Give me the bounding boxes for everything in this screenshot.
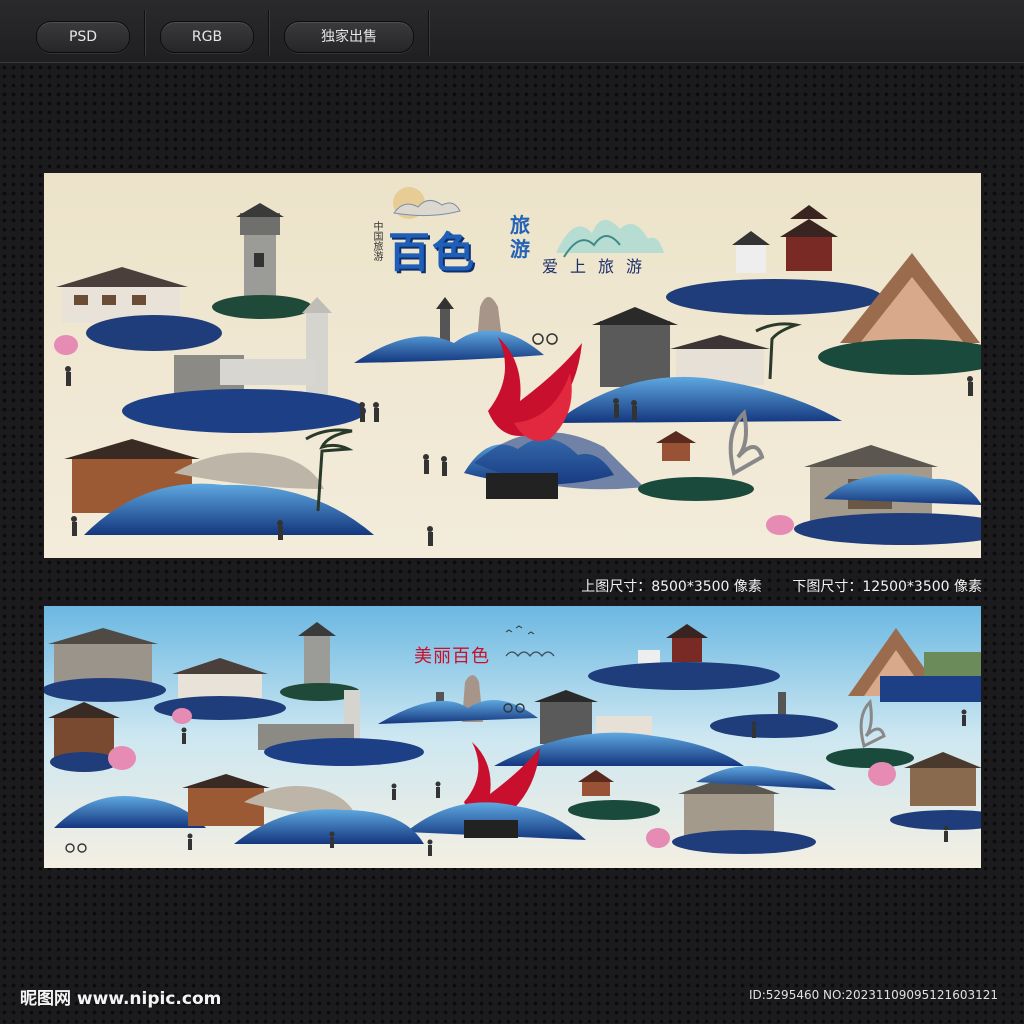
bottom-banner-image: 美丽百色: [44, 606, 981, 868]
divider: [428, 10, 429, 56]
divider: [144, 10, 145, 56]
image-id: ID:5295460 NO:20231109095121603121: [748, 988, 998, 1002]
divider: [268, 10, 269, 56]
slogan-char: 游: [625, 257, 642, 276]
slogan: 爱 上 旅 游: [536, 253, 648, 281]
page: { "tags": ["PSD", "RGB", "独家出售"], "top_b…: [0, 0, 1024, 1024]
slogan-char: 爱: [541, 257, 558, 276]
tag-exclusive[interactable]: 独家出售: [284, 21, 414, 53]
banner-side-text: 旅游: [510, 213, 530, 261]
tag-rgb[interactable]: RGB: [160, 21, 254, 53]
tag-psd[interactable]: PSD: [36, 21, 130, 53]
top-toolbar: PSD RGB 独家出售: [0, 0, 1024, 63]
site-logo[interactable]: 昵图网 www.nipic.com: [20, 984, 221, 1009]
bottom-size-text: 下图尺寸：12500*3500 像素: [792, 579, 982, 595]
size-caption: 上图尺寸：8500*3500 像素 下图尺寸：12500*3500 像素: [555, 576, 982, 596]
banner-title: 百色: [388, 228, 477, 277]
slogan-char: 旅: [597, 257, 614, 276]
small-tag: 中国旅游: [371, 221, 382, 261]
slogan-char: 上: [569, 257, 586, 276]
top-banner-image: 中国旅游 百色 旅游 爱 上 旅 游: [44, 173, 981, 558]
bottom-banner-title: 美丽百色: [414, 646, 490, 667]
top-size-text: 上图尺寸：8500*3500 像素: [581, 579, 762, 595]
